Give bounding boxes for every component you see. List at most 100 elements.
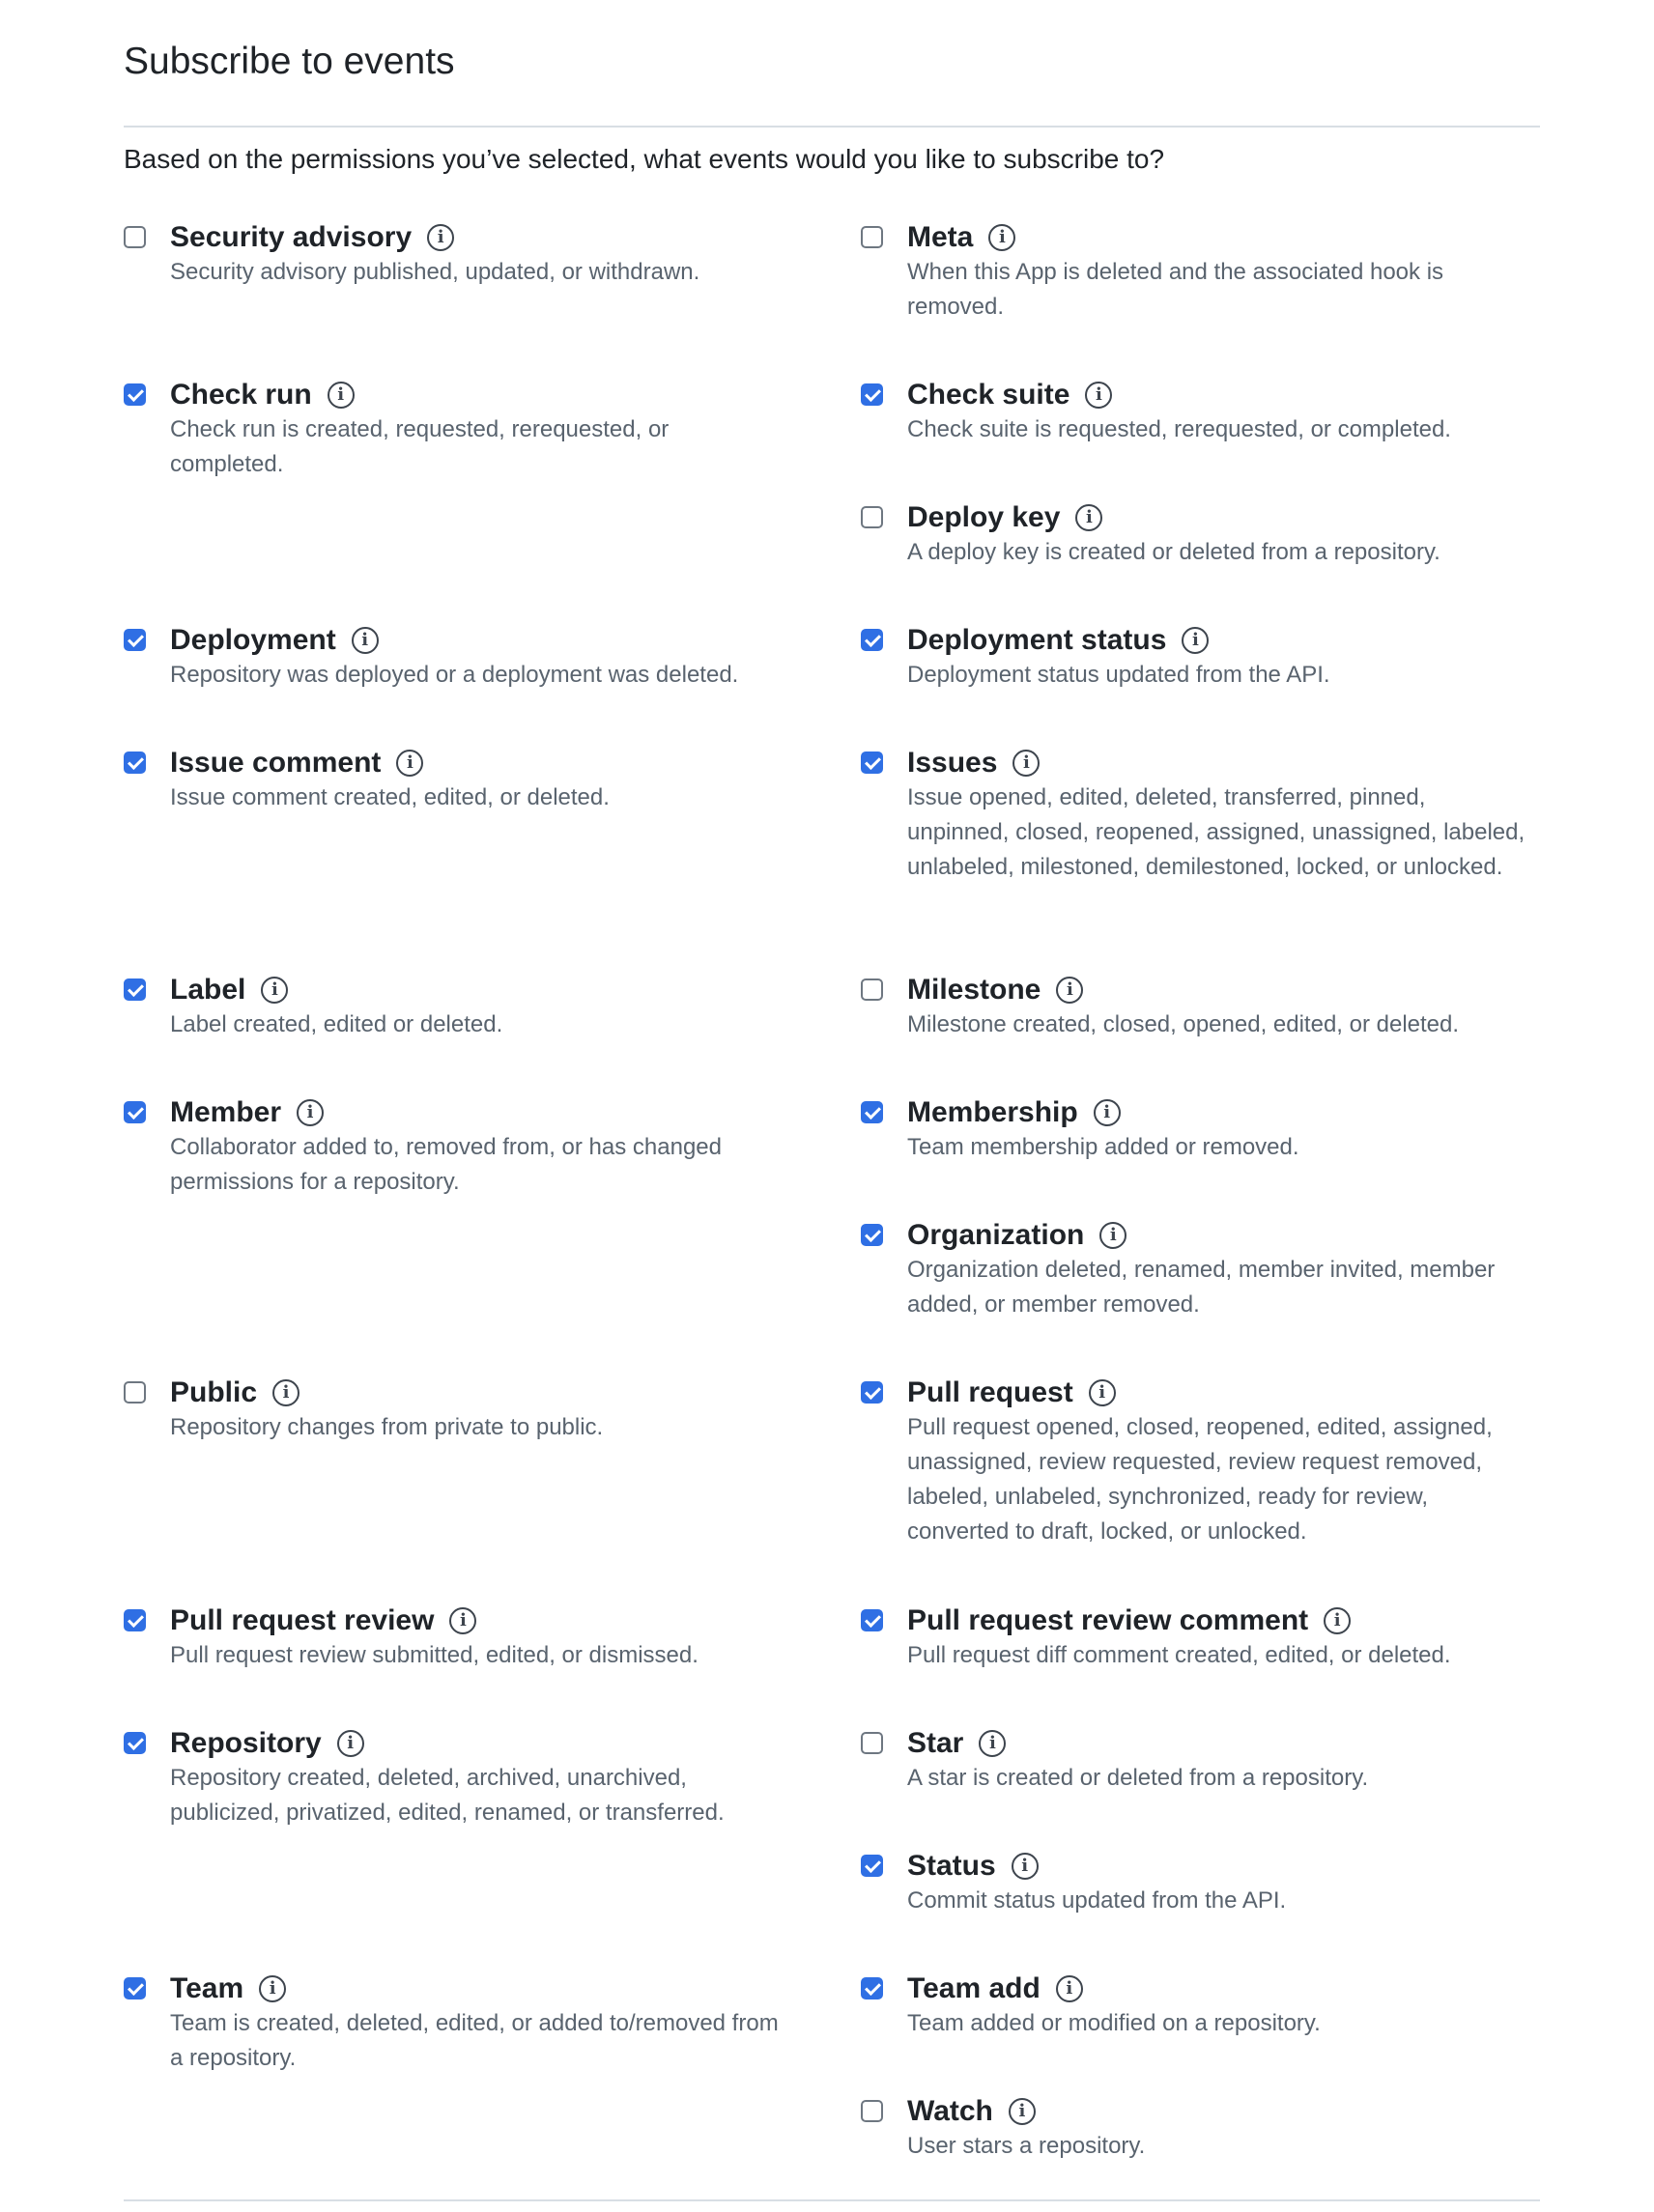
event-description: Pull request diff comment created, edite… (907, 1642, 1451, 1668)
organization-checkbox[interactable] (861, 1224, 883, 1246)
event-title: Organization (907, 1219, 1085, 1251)
info-circle-icon[interactable]: i (1182, 627, 1210, 654)
event-description: Repository was deployed or a deployment … (170, 662, 739, 688)
event-description: Issue comment created, edited, or delete… (170, 784, 610, 810)
security-advisory-checkbox[interactable] (124, 226, 146, 248)
info-circle-icon[interactable]: i (1012, 750, 1041, 777)
status-checkbox[interactable] (861, 1855, 883, 1877)
info-circle-icon[interactable]: i (427, 224, 455, 251)
info-circle-icon[interactable]: i (1099, 1222, 1127, 1249)
info-circle-icon[interactable]: i (396, 750, 424, 777)
event-title: Membership (907, 1096, 1078, 1128)
info-circle-icon[interactable]: i (297, 1099, 325, 1126)
info-circle-icon[interactable]: i (1088, 1379, 1116, 1406)
event-title: Team add (907, 1972, 1041, 2004)
info-circle-icon[interactable]: i (1011, 1853, 1039, 1880)
event-title: Check run (170, 379, 312, 411)
event-description: Collaborator added to, removed from, or … (170, 1134, 722, 1195)
event-title: Milestone (907, 974, 1041, 1006)
event-title: Deployment (170, 624, 336, 656)
info-circle-icon[interactable]: i (449, 1607, 477, 1634)
event-title: Star (907, 1727, 964, 1759)
section-title: Subscribe to events (124, 41, 455, 82)
event-description: When this App is deleted and the associa… (907, 259, 1444, 320)
bottom-divider (124, 2199, 1540, 2201)
milestone-checkbox[interactable] (861, 978, 883, 1001)
deployment-checkbox[interactable] (124, 629, 146, 651)
event-description: Check suite is requested, rerequested, o… (907, 416, 1451, 442)
pull-request-review-checkbox[interactable] (124, 1609, 146, 1631)
info-circle-icon[interactable]: i (1056, 977, 1084, 1004)
info-circle-icon[interactable]: i (1085, 382, 1113, 409)
event-title: Status (907, 1850, 996, 1882)
event-description: User stars a repository. (907, 2133, 1146, 2159)
info-circle-icon[interactable]: i (327, 382, 355, 409)
deploy-key-checkbox[interactable] (861, 506, 883, 528)
repository-checkbox[interactable] (124, 1732, 146, 1754)
pull-request-review-comment-checkbox[interactable] (861, 1609, 883, 1631)
issue-comment-checkbox[interactable] (124, 752, 146, 774)
event-title: Watch (907, 2095, 993, 2127)
label-checkbox[interactable] (124, 978, 146, 1001)
event-description: Deployment status updated from the API. (907, 662, 1330, 688)
event-description: Security advisory published, updated, or… (170, 259, 700, 285)
event-description: Check run is created, requested, rereque… (170, 416, 670, 477)
meta-checkbox[interactable] (861, 226, 883, 248)
info-circle-icon[interactable]: i (1324, 1607, 1352, 1634)
event-title: Check suite (907, 379, 1070, 411)
team-add-checkbox[interactable] (861, 1977, 883, 1999)
event-title: Issue comment (170, 747, 382, 779)
issues-checkbox[interactable] (861, 752, 883, 774)
event-description: Repository changes from private to publi… (170, 1414, 604, 1440)
event-title: Deployment status (907, 624, 1167, 656)
team-checkbox[interactable] (124, 1977, 146, 1999)
info-circle-icon[interactable]: i (351, 627, 379, 654)
event-title: Issues (907, 747, 998, 779)
event-description: Commit status updated from the API. (907, 1887, 1287, 1914)
info-circle-icon[interactable]: i (1055, 1975, 1083, 2002)
event-title: Public (170, 1376, 258, 1408)
subscribe-events-section: Subscribe to events Based on the permiss… (124, 0, 1540, 2201)
event-title: Pull request review (170, 1604, 435, 1636)
check-suite-checkbox[interactable] (861, 383, 883, 406)
public-checkbox[interactable] (124, 1381, 146, 1404)
event-title: Pull request (907, 1376, 1073, 1408)
event-title: Pull request review comment (907, 1604, 1309, 1636)
event-description: Team is created, deleted, edited, or add… (170, 2010, 779, 2071)
event-description: Pull request review submitted, edited, o… (170, 1642, 699, 1668)
info-circle-icon[interactable]: i (261, 977, 289, 1004)
info-circle-icon[interactable]: i (1008, 2098, 1036, 2125)
membership-checkbox[interactable] (861, 1101, 883, 1123)
deployment-status-checkbox[interactable] (861, 629, 883, 651)
info-circle-icon[interactable]: i (979, 1730, 1007, 1757)
event-description: Label created, edited or deleted. (170, 1011, 503, 1037)
event-description: A deploy key is created or deleted from … (907, 539, 1440, 565)
event-title: Team (170, 1972, 244, 2004)
member-checkbox[interactable] (124, 1101, 146, 1123)
info-circle-icon[interactable]: i (336, 1730, 364, 1757)
event-description: A star is created or deleted from a repo… (907, 1765, 1369, 1791)
event-description: Team added or modified on a repository. (907, 2010, 1321, 2036)
info-circle-icon[interactable]: i (1093, 1099, 1121, 1126)
info-circle-icon[interactable]: i (988, 224, 1016, 251)
event-description: Team membership added or removed. (907, 1134, 1299, 1160)
intro-text: Based on the permissions you’ve selected… (124, 144, 1165, 174)
event-description: Issue opened, edited, deleted, transferr… (907, 784, 1526, 880)
check-run-checkbox[interactable] (124, 383, 146, 406)
star-checkbox[interactable] (861, 1732, 883, 1754)
title-divider (124, 126, 1540, 128)
pull-request-checkbox[interactable] (861, 1381, 883, 1404)
event-description: Organization deleted, renamed, member in… (907, 1257, 1496, 1318)
info-circle-icon[interactable]: i (272, 1379, 300, 1406)
event-title: Label (170, 974, 246, 1006)
watch-checkbox[interactable] (861, 2100, 883, 2122)
event-description: Milestone created, closed, opened, edite… (907, 1011, 1460, 1037)
event-title: Meta (907, 221, 974, 253)
info-circle-icon[interactable]: i (259, 1975, 287, 2002)
event-title: Member (170, 1096, 282, 1128)
event-title: Repository (170, 1727, 322, 1759)
info-circle-icon[interactable]: i (1075, 504, 1103, 531)
event-description: Repository created, deleted, archived, u… (170, 1765, 725, 1826)
event-description: Pull request opened, closed, reopened, e… (907, 1414, 1493, 1545)
event-title: Deploy key (907, 501, 1061, 533)
